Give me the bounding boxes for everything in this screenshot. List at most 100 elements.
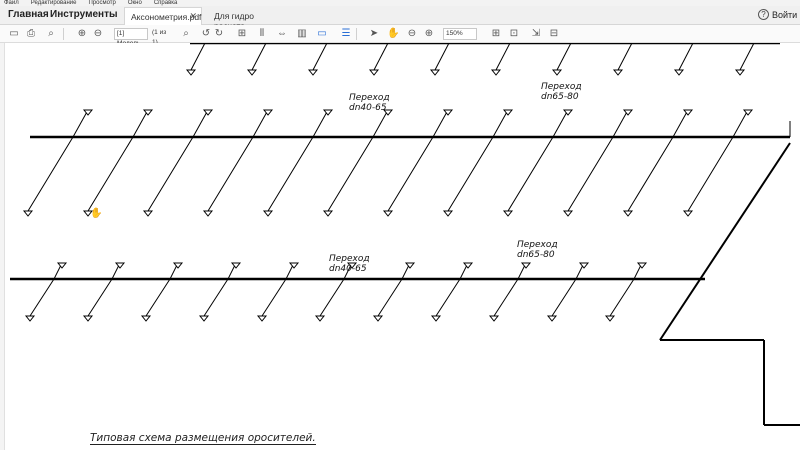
sprinkler-head (382, 210, 394, 217)
branch-pipe (567, 136, 614, 212)
zoom-in-icon[interactable]: ⊕ (423, 28, 435, 40)
branch-pipe (372, 109, 389, 138)
branch-pipe (435, 278, 461, 317)
left-panel-edge[interactable] (0, 43, 5, 450)
branch-pipe (447, 136, 494, 212)
branch-pipe (687, 136, 734, 212)
new-doc-icon[interactable]: ▭ (8, 28, 20, 40)
sprinkler-head (429, 69, 441, 76)
sprinkler-head (488, 315, 500, 322)
branch-pipe (739, 43, 755, 71)
stamp-icon[interactable]: ⊞ (490, 28, 502, 40)
sprinkler-head (256, 315, 268, 322)
branch-pipe (672, 109, 689, 138)
tab-document-axonometry[interactable]: Аксонометрия.pdf ✕ (124, 7, 202, 25)
toolbar-separator (63, 28, 64, 40)
sprinkler-head (142, 210, 154, 217)
rotate-left-icon[interactable]: ↺ (200, 28, 212, 40)
transition-label: Переход dn65-80 (517, 240, 558, 260)
sprinkler-head (322, 210, 334, 217)
presentation-icon[interactable]: ▭ (316, 28, 328, 40)
crop-icon[interactable]: ⊡ (508, 28, 520, 40)
sprinkler-head (604, 315, 616, 322)
read-mode-icon[interactable]: ▥ (296, 28, 308, 40)
sprinkler-head (198, 315, 210, 322)
branch-pipe (609, 278, 635, 317)
branch-pipe (29, 278, 55, 317)
sprinkler-head (520, 262, 532, 269)
sprinkler-head (502, 210, 514, 217)
branch-pipe (252, 109, 269, 138)
sprinkler-head (185, 69, 197, 76)
tab-tools[interactable]: Инструменты (50, 9, 118, 20)
zoom-out-icon[interactable]: ⊖ (406, 28, 418, 40)
branch-pipe (434, 43, 450, 71)
branch-pipe (27, 136, 74, 212)
export-icon[interactable]: ⇲ (530, 28, 542, 40)
branch-pipe (207, 136, 254, 212)
branch-pipe (387, 136, 434, 212)
print-icon[interactable]: ⎙ (25, 28, 37, 40)
zoom-field[interactable]: 150% (443, 28, 477, 40)
sprinkler-head (442, 210, 454, 217)
branch-pipe (72, 109, 89, 138)
sprinkler-head (56, 262, 68, 269)
select-arrow-icon[interactable]: ➤ (368, 28, 380, 40)
page-count: (1 из 1) (152, 29, 167, 46)
sign-in-link[interactable]: Войти (772, 10, 797, 20)
sprinkler-head (372, 315, 384, 322)
rearrange-icon[interactable]: ⊞ (236, 28, 248, 40)
branch-pipe (617, 43, 633, 71)
search-icon[interactable]: ⌕ (45, 28, 57, 40)
rotate-right-icon[interactable]: ↻ (213, 28, 225, 40)
help-icon[interactable]: ? (758, 9, 769, 20)
page-up-icon[interactable]: ⊕ (76, 28, 88, 40)
sprinkler-head (368, 69, 380, 76)
more-tools-icon[interactable]: ⊟ (548, 28, 560, 40)
sprinkler-head (546, 315, 558, 322)
branch-pipe (203, 278, 229, 317)
sprinkler-head (114, 262, 126, 269)
sprinkler-head (314, 315, 326, 322)
sprinkler-head (262, 210, 274, 217)
sprinkler-head (578, 262, 590, 269)
branch-pipe (261, 278, 287, 317)
split-icon[interactable]: ⫴ (256, 28, 268, 40)
toolbar-separator (356, 28, 357, 40)
sprinkler-head (82, 315, 94, 322)
branch-pipe (312, 109, 329, 138)
feed-pipe (659, 142, 791, 341)
branch-pipe (495, 43, 511, 71)
page-field[interactable]: [1] Модель (114, 28, 148, 47)
sprinkler-head (636, 262, 648, 269)
document-canvas[interactable]: Переход dn40-65 Переход dn65-80 Переход … (0, 43, 800, 450)
branch-pipe (267, 136, 314, 212)
branch-pipe (612, 109, 629, 138)
branch-pipe (319, 278, 345, 317)
branch-pipe (507, 136, 554, 212)
tab-document-hydro[interactable]: Для гидро расчета... (208, 7, 286, 31)
transition-label: Переход dn65-80 (541, 82, 582, 102)
branch-pipe (147, 136, 194, 212)
branch-pipe (312, 43, 328, 71)
branch-pipe (87, 278, 113, 317)
branch-pipe (556, 43, 572, 71)
branch-pipe (552, 109, 569, 138)
zoom-tool-icon[interactable]: ⌕ (180, 28, 192, 40)
branch-pipe (492, 109, 509, 138)
sprinkler-head (490, 69, 502, 76)
toolbar: ▭ ⎙ ⌕ ⊕ ⊖ [1] Модель (1 из 1) ⌕ ↺ ↻ ⊞ ⫴ … (0, 25, 800, 47)
sprinkler-head (288, 262, 300, 269)
hand-icon[interactable]: ✋ (387, 28, 399, 40)
branch-pipe (132, 109, 149, 138)
branch-pipe (190, 43, 206, 71)
tab-home[interactable]: Главная (8, 9, 49, 20)
transition-label: Переход dn40-65 (349, 93, 390, 113)
branch-pipe (627, 136, 674, 212)
hand-cursor-icon: ✋ (90, 208, 103, 219)
branch-pipe (432, 109, 449, 138)
fit-page-icon[interactable]: ⇔ (276, 28, 288, 40)
close-tab-icon[interactable]: ✕ (189, 11, 197, 22)
scroll-icon[interactable]: ☰ (340, 28, 352, 40)
page-down-icon[interactable]: ⊖ (92, 28, 104, 40)
